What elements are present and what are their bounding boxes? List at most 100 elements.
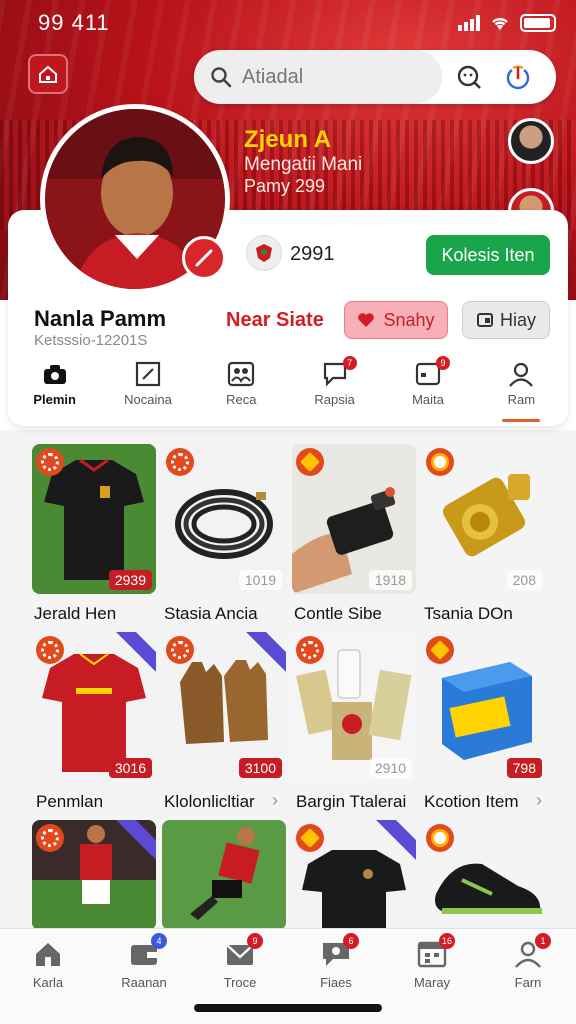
- product-name[interactable]: Klolonlicltiar: [164, 792, 255, 812]
- box-icon: 9: [414, 356, 450, 388]
- product-badge-icon: [166, 448, 194, 476]
- product-price: 1918: [368, 570, 412, 590]
- product-card[interactable]: 3100: [162, 632, 286, 782]
- hero-name: Zjeun A: [244, 126, 332, 153]
- near-state-link[interactable]: Near Siate: [226, 309, 324, 332]
- product-name[interactable]: Kcotion Item: [424, 792, 519, 812]
- product-price: 3100: [238, 758, 282, 778]
- product-name[interactable]: Penmlan: [36, 792, 103, 812]
- home-button[interactable]: [28, 54, 68, 94]
- notification-badge: 9: [247, 933, 263, 949]
- power-icon[interactable]: [504, 63, 532, 91]
- chevron-right-icon[interactable]: ›: [272, 790, 278, 811]
- nav-item-maray[interactable]: 16 Maray: [384, 929, 480, 1024]
- product-name[interactable]: Contle Sibe: [294, 604, 382, 624]
- tab-label: Rapsia: [314, 392, 355, 407]
- calendar-icon: 16: [417, 933, 455, 969]
- home-icon: [39, 65, 57, 83]
- tab-plemin[interactable]: Plemin: [8, 360, 101, 420]
- product-card[interactable]: 3016: [32, 632, 156, 782]
- tab-label: Nocaina: [124, 392, 172, 407]
- tab-reca[interactable]: Reca: [195, 360, 288, 420]
- club-crest-icon: [246, 235, 282, 271]
- tab-label: Ram: [507, 392, 536, 407]
- search-actions: [456, 63, 532, 91]
- product-price: 1019: [238, 570, 282, 590]
- product-badge-icon: [296, 448, 324, 476]
- chat-icon: 7: [321, 356, 357, 388]
- product-name[interactable]: Stasia Ancia: [164, 604, 258, 624]
- product-name[interactable]: Tsania DOn: [424, 604, 513, 624]
- search-icon: [211, 67, 232, 88]
- tab-underline: [502, 419, 541, 422]
- search-input[interactable]: [242, 65, 422, 89]
- product-badge-icon: [426, 824, 454, 852]
- resize-icon: [134, 360, 162, 388]
- product-card[interactable]: [292, 820, 416, 930]
- product-price: 208: [506, 570, 542, 590]
- product-card[interactable]: [32, 820, 156, 930]
- tab-label: Maita: [412, 392, 444, 407]
- user-id: Ketsssio-12201S: [34, 332, 148, 349]
- snap-button[interactable]: Snahy: [344, 301, 448, 339]
- product-name[interactable]: Bargin Ttalerai: [296, 792, 406, 812]
- user-name: Nanla Pamm: [34, 306, 167, 331]
- wifi-icon: [492, 17, 508, 30]
- chevron-right-icon[interactable]: ›: [536, 790, 542, 811]
- nav-item-raanan[interactable]: 4 Raanan: [96, 929, 192, 1024]
- edit-icon: [195, 249, 213, 267]
- product-card[interactable]: 208: [422, 444, 546, 594]
- mail-icon: 9: [225, 933, 263, 969]
- tab-label: Plemin: [33, 392, 76, 407]
- product-card[interactable]: 2939: [32, 444, 156, 594]
- notification-badge: 4: [151, 933, 167, 949]
- product-card[interactable]: [422, 820, 546, 930]
- user-icon: 1: [513, 933, 551, 969]
- product-price: 798: [506, 758, 542, 778]
- nav-label: Karla: [32, 975, 64, 990]
- product-card[interactable]: 1019: [162, 444, 286, 594]
- notification-badge: 16: [439, 933, 455, 949]
- product-card[interactable]: [162, 820, 286, 930]
- status-bar: 99 411: [38, 8, 556, 38]
- tab-label: Reca: [226, 392, 257, 407]
- product-image: [162, 820, 286, 930]
- product-card[interactable]: 2910: [292, 632, 416, 782]
- tab-maita[interactable]: 9 Maita: [381, 356, 474, 420]
- tab-ram[interactable]: Ram: [475, 360, 568, 422]
- follow-button[interactable]: Kolesis Iten: [426, 235, 550, 275]
- product-badge-icon: [296, 636, 324, 664]
- product-card[interactable]: 1918: [292, 444, 416, 594]
- nav-label: Fiaes: [320, 975, 352, 990]
- product-badge-icon: [426, 636, 454, 664]
- product-badge-icon: [166, 636, 194, 664]
- product-price: 2939: [108, 570, 152, 590]
- nav-label: Maray: [413, 975, 451, 990]
- notification-badge: 7: [342, 356, 357, 370]
- people-icon: [227, 360, 255, 388]
- status-time: 99 411: [38, 10, 110, 35]
- product-card[interactable]: 798: [422, 632, 546, 782]
- edit-profile-button[interactable]: [182, 236, 226, 280]
- notification-badge: 6: [343, 933, 359, 949]
- search-field[interactable]: [194, 50, 442, 104]
- friend-avatar[interactable]: [508, 118, 554, 164]
- nav-label: Raanan: [121, 975, 167, 990]
- home-icon: [33, 939, 63, 969]
- profile-tabs: Plemin Nocaina Reca 7 Rapsia 9 Maita Ram: [8, 356, 568, 422]
- tab-rapsia[interactable]: 7 Rapsia: [288, 356, 381, 420]
- smile-icon[interactable]: [456, 64, 482, 90]
- home-indicator[interactable]: [194, 1004, 382, 1012]
- nav-item-farn[interactable]: 1 Farn: [480, 929, 576, 1024]
- nav-item-karla[interactable]: Karla: [0, 929, 96, 1024]
- share-icon: [476, 313, 493, 327]
- product-name[interactable]: Jerald Hen: [34, 604, 116, 624]
- nav-label: Troce: [223, 975, 257, 990]
- product-badge-icon: [36, 636, 64, 664]
- hiay-button[interactable]: Hiay: [462, 301, 550, 339]
- product-price: 2910: [368, 758, 412, 778]
- wallet-icon: 4: [129, 933, 167, 969]
- tab-nocaina[interactable]: Nocaina: [101, 360, 194, 420]
- heart-icon: [358, 313, 375, 327]
- notification-badge: 9: [435, 356, 450, 370]
